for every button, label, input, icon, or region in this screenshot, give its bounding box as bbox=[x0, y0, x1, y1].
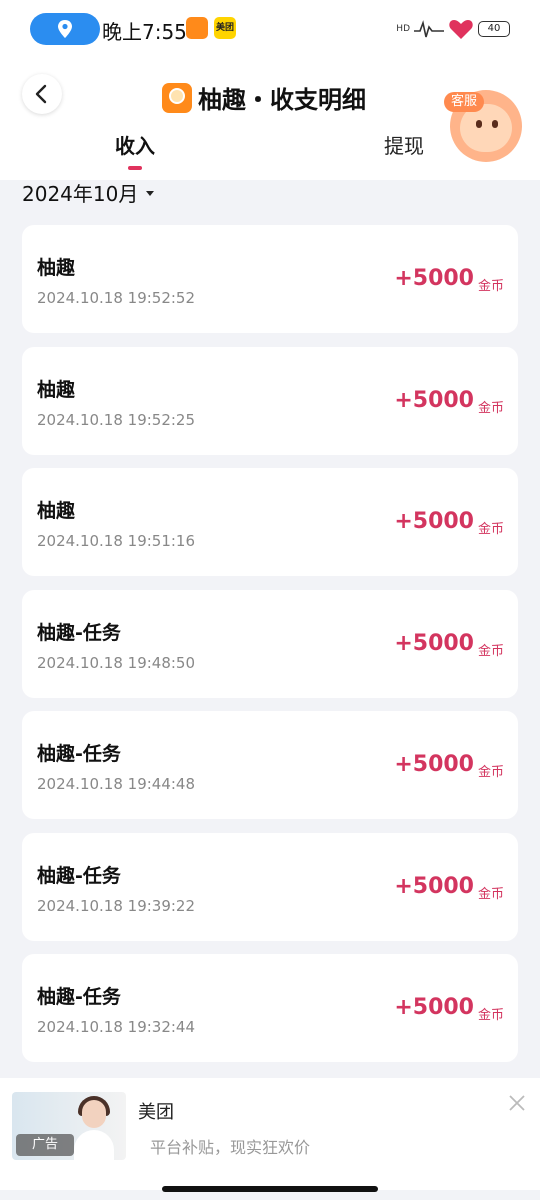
customer-service-label[interactable]: 客服 bbox=[444, 92, 484, 112]
month-selector[interactable]: 2024年10月 bbox=[22, 178, 155, 207]
signal-wave-icon bbox=[414, 20, 444, 38]
record-title: 柚趣 bbox=[37, 500, 76, 522]
record-unit: 金币 bbox=[477, 765, 504, 780]
record-amount: +5000 bbox=[394, 266, 474, 291]
battery-indicator: 40 bbox=[478, 21, 510, 37]
record-title: 柚趣-任务 bbox=[37, 621, 121, 644]
ad-image[interactable]: 广告 bbox=[12, 1092, 126, 1160]
record-title: 柚趣-任务 bbox=[37, 986, 121, 1008]
back-button[interactable] bbox=[22, 74, 62, 114]
close-icon[interactable] bbox=[508, 1094, 526, 1112]
page-title: 柚趣・收支明细 bbox=[198, 86, 366, 114]
ad-model-body bbox=[74, 1130, 114, 1160]
record-amount: +5000 bbox=[394, 509, 474, 534]
cs-eye-left bbox=[476, 120, 482, 128]
ad-tag: 广告 bbox=[16, 1134, 74, 1156]
record-title: 柚趣-任务 bbox=[37, 864, 121, 887]
record-unit: 金币 bbox=[477, 400, 504, 416]
record-card[interactable]: 柚趣 2024.10.18 19:52:25 +5000 金币 bbox=[22, 346, 518, 455]
youqu-notification-icon bbox=[186, 17, 208, 39]
ad-model-face bbox=[82, 1100, 106, 1128]
record-title: 柚趣 bbox=[37, 257, 76, 279]
tab-income[interactable]: 收入 bbox=[115, 130, 155, 159]
record-amount: +5000 bbox=[394, 995, 474, 1020]
record-unit: 金币 bbox=[477, 643, 504, 659]
status-right-group: HD 40 bbox=[396, 14, 510, 44]
active-tab-indicator bbox=[128, 166, 142, 170]
record-unit: 金币 bbox=[477, 886, 504, 902]
record-unit: 金币 bbox=[477, 522, 504, 537]
cs-eye-right bbox=[492, 120, 498, 128]
record-title: 柚趣 bbox=[37, 378, 76, 401]
status-time: 晚上7:55 bbox=[102, 20, 187, 44]
income-record-list: 柚趣 2024.10.18 19:52:52 +5000 金币 柚趣 2024.10.18… bbox=[22, 225, 518, 1076]
record-time: 2024.10.18 19:44:48 bbox=[37, 775, 196, 793]
status-bar: 晚上7:55 美团 HD 40 bbox=[0, 0, 540, 58]
record-amount: +5000 bbox=[394, 752, 474, 777]
youqu-logo-icon bbox=[162, 82, 192, 113]
record-card[interactable]: 柚趣-任务 2024.10.18 19:32:44 +5000 金币 bbox=[22, 954, 518, 1062]
chevron-left-icon bbox=[35, 84, 47, 104]
meituan-notification-icon: 美团 bbox=[214, 17, 236, 39]
record-card[interactable]: 柚趣 2024.10.18 19:52:52 +5000 金币 bbox=[22, 225, 518, 333]
record-card[interactable]: 柚趣-任务 2024.10.18 19:44:48 +5000 金币 bbox=[22, 711, 518, 819]
location-indicator[interactable] bbox=[30, 13, 100, 45]
record-card[interactable]: 柚趣-任务 2024.10.18 19:48:50 +5000 金币 bbox=[22, 589, 518, 698]
tab-withdraw[interactable]: 提现 bbox=[384, 130, 424, 159]
record-time: 2024.10.18 19:48:50 bbox=[37, 653, 196, 672]
record-card[interactable]: 柚趣-任务 2024.10.18 19:39:22 +5000 金币 bbox=[22, 832, 518, 941]
record-amount: +5000 bbox=[394, 387, 474, 413]
caret-down-icon bbox=[146, 191, 155, 196]
title-group: 柚趣・收支明细 bbox=[162, 80, 366, 115]
home-indicator[interactable] bbox=[162, 1186, 378, 1192]
record-time: 2024.10.18 19:51:16 bbox=[37, 532, 196, 550]
record-card[interactable]: 柚趣 2024.10.18 19:51:16 +5000 金币 bbox=[22, 468, 518, 576]
record-time: 2024.10.18 19:32:44 bbox=[37, 1018, 196, 1036]
ad-brand: 美团 bbox=[138, 1102, 174, 1123]
record-unit: 金币 bbox=[477, 1008, 504, 1023]
record-unit: 金币 bbox=[477, 279, 504, 294]
record-time: 2024.10.18 19:39:22 bbox=[37, 896, 196, 915]
record-time: 2024.10.18 19:52:25 bbox=[37, 410, 196, 429]
month-label: 2024年10月 bbox=[22, 182, 139, 206]
hd-label: HD bbox=[396, 24, 410, 34]
heart-icon bbox=[449, 20, 473, 39]
record-time: 2024.10.18 19:52:52 bbox=[37, 289, 196, 307]
ad-banner[interactable]: 广告 美团 平台补贴，现实狂欢价 bbox=[0, 1078, 540, 1190]
record-title: 柚趣-任务 bbox=[37, 743, 121, 765]
ad-subtitle: 平台补贴，现实狂欢价 bbox=[150, 1138, 311, 1157]
record-amount: +5000 bbox=[394, 873, 474, 899]
location-pin-icon bbox=[58, 20, 72, 38]
record-amount: +5000 bbox=[394, 630, 474, 656]
